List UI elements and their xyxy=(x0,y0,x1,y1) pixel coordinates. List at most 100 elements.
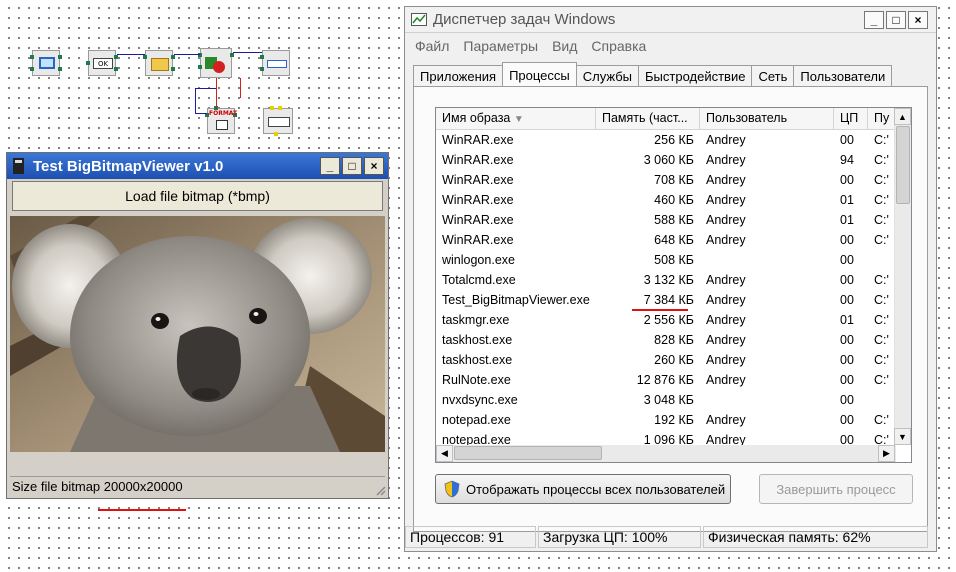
table-row[interactable]: WinRAR.exe 588 КБ Andrey 01 C:' xyxy=(436,211,896,231)
cell-cpu: 00 xyxy=(840,413,854,427)
cell-memory: 460 КБ xyxy=(654,193,694,207)
viewer-titlebar[interactable]: Test BigBitmapViewer v1.0 _ □ × xyxy=(7,153,388,179)
menu-help[interactable]: Справка xyxy=(591,38,646,54)
table-row[interactable]: notepad.exe 192 КБ Andrey 00 C:' xyxy=(436,411,896,431)
cell-cpu: 00 xyxy=(840,133,854,147)
load-bitmap-button[interactable]: Load file bitmap (*bmp) xyxy=(12,181,383,211)
cell-path: C:' xyxy=(874,173,889,187)
menu-view[interactable]: Вид xyxy=(552,38,577,54)
vertical-scrollbar[interactable]: ▲ ▼ xyxy=(894,108,911,445)
column-image-name[interactable]: Имя образа ▼ xyxy=(436,108,596,130)
tab-users[interactable]: Пользователи xyxy=(793,65,893,87)
cell-user: Andrey xyxy=(706,233,746,247)
task-manager-title: Диспетчер задач Windows xyxy=(433,11,616,28)
cell-cpu: 01 xyxy=(840,193,854,207)
table-row[interactable]: WinRAR.exe 3 060 КБ Andrey 94 C:' xyxy=(436,151,896,171)
bitmap-viewer-component[interactable] xyxy=(198,48,234,78)
cell-cpu: 00 xyxy=(840,273,854,287)
cell-cpu: 00 xyxy=(840,333,854,347)
horizontal-scrollbar[interactable]: ◀ ▶ xyxy=(436,445,896,462)
table-row[interactable]: winlogon.exe 508 КБ 00 xyxy=(436,251,896,271)
memory-highlight-underline xyxy=(632,309,688,311)
cell-cpu: 00 xyxy=(840,253,854,267)
table-row[interactable]: taskhost.exe 828 КБ Andrey 00 C:' xyxy=(436,331,896,351)
menu-file[interactable]: Файл xyxy=(415,38,449,54)
cell-user xyxy=(700,251,834,271)
scroll-up-icon[interactable]: ▲ xyxy=(894,108,911,125)
table-row[interactable]: RulNote.exe 12 876 КБ Andrey 00 C:' xyxy=(436,371,896,391)
cell-memory: 256 КБ xyxy=(654,133,694,147)
show-all-processes-button[interactable]: Отображать процессы всех пользователей xyxy=(435,474,731,504)
cell-image-name: taskmgr.exe xyxy=(442,313,510,327)
maximize-button[interactable]: □ xyxy=(342,157,362,175)
hscroll-thumb[interactable] xyxy=(454,446,602,460)
tab-services[interactable]: Службы xyxy=(575,65,640,87)
form-component[interactable] xyxy=(30,50,62,76)
cell-memory: 260 КБ xyxy=(654,353,694,367)
cell-path: C:' xyxy=(874,333,889,347)
tm-maximize-button[interactable]: □ xyxy=(886,10,906,29)
table-row[interactable]: WinRAR.exe 256 КБ Andrey 00 C:' xyxy=(436,131,896,151)
tm-minimize-button[interactable]: _ xyxy=(864,10,884,29)
process-list[interactable]: Имя образа ▼ Память (част... Пользовател… xyxy=(435,107,912,463)
cell-image-name: WinRAR.exe xyxy=(442,193,514,207)
sort-down-icon: ▼ xyxy=(513,114,524,125)
table-row[interactable]: nvxdsync.exe 3 048 КБ 00 xyxy=(436,391,896,411)
format-component[interactable]: FORMAT xyxy=(205,106,237,134)
table-row[interactable]: taskmgr.exe 2 556 КБ Andrey 01 C:' xyxy=(436,311,896,331)
open-dialog-component[interactable] xyxy=(143,50,175,76)
cell-path: C:' xyxy=(874,213,889,227)
edit-component[interactable] xyxy=(263,106,293,136)
viewer-title: Test BigBitmapViewer v1.0 xyxy=(33,157,224,175)
cell-image-name: taskhost.exe xyxy=(442,333,513,347)
cell-image-name: Totalcmd.exe xyxy=(442,273,516,287)
table-row[interactable]: taskhost.exe 260 КБ Andrey 00 C:' xyxy=(436,351,896,371)
cell-memory: 828 КБ xyxy=(654,333,694,347)
status-processes: Процессов: 91 xyxy=(405,526,536,548)
cell-cpu: 94 xyxy=(840,153,854,167)
button-component[interactable]: OK xyxy=(86,50,118,76)
process-rows: WinRAR.exe 256 КБ Andrey 00 C:' WinRAR.exe 3 0… xyxy=(436,131,896,451)
cell-user: Andrey xyxy=(706,193,746,207)
scroll-down-icon[interactable]: ▼ xyxy=(894,428,911,445)
table-row[interactable]: WinRAR.exe 460 КБ Andrey 01 C:' xyxy=(436,191,896,211)
scroll-thumb[interactable] xyxy=(896,126,910,204)
cell-path xyxy=(868,391,896,411)
cell-image-name: WinRAR.exe xyxy=(442,133,514,147)
close-button[interactable]: × xyxy=(364,157,384,175)
column-memory[interactable]: Память (част... xyxy=(596,108,700,130)
tab-applications[interactable]: Приложения xyxy=(413,65,504,87)
cell-user: Andrey xyxy=(706,273,746,287)
table-row[interactable]: Test_BigBitmapViewer.exe 7 384 КБ Andrey 00… xyxy=(436,291,896,311)
cell-path: C:' xyxy=(874,273,889,287)
end-process-button[interactable]: Завершить процесс xyxy=(759,474,913,504)
tm-close-button[interactable]: × xyxy=(908,10,928,29)
cell-user: Andrey xyxy=(706,133,746,147)
koala-image[interactable] xyxy=(10,216,385,452)
cell-image-name: RulNote.exe xyxy=(442,373,511,387)
cell-memory: 588 КБ xyxy=(654,213,694,227)
table-row[interactable]: Totalcmd.exe 3 132 КБ Andrey 00 C:' xyxy=(436,271,896,291)
column-user[interactable]: Пользователь xyxy=(700,108,834,130)
list-header: Имя образа ▼ Память (част... Пользовател… xyxy=(436,108,896,130)
task-manager-titlebar[interactable]: Диспетчер задач Windows _ □ × xyxy=(405,7,936,33)
scroll-left-icon[interactable]: ◀ xyxy=(436,445,453,462)
column-path[interactable]: Пу xyxy=(868,108,896,130)
scroll-right-icon[interactable]: ▶ xyxy=(878,445,895,462)
cell-path: C:' xyxy=(874,313,889,327)
cell-path: C:' xyxy=(874,233,889,247)
resize-grip-icon[interactable] xyxy=(374,484,386,496)
tab-network[interactable]: Сеть xyxy=(751,65,795,87)
column-cpu[interactable]: ЦП xyxy=(834,108,868,130)
table-row[interactable]: WinRAR.exe 648 КБ Andrey 00 C:' xyxy=(436,231,896,251)
minimize-button[interactable]: _ xyxy=(320,157,340,175)
tab-processes[interactable]: Процессы xyxy=(502,62,577,87)
label-component[interactable] xyxy=(260,50,290,76)
tab-performance[interactable]: Быстродействие xyxy=(638,65,753,87)
cell-user: Andrey xyxy=(706,353,746,367)
label-icon xyxy=(267,60,287,68)
show-all-label: Отображать процессы всех пользователей xyxy=(466,481,726,497)
table-row[interactable]: WinRAR.exe 708 КБ Andrey 00 C:' xyxy=(436,171,896,191)
window-icon xyxy=(39,57,55,69)
menu-options[interactable]: Параметры xyxy=(463,38,538,54)
